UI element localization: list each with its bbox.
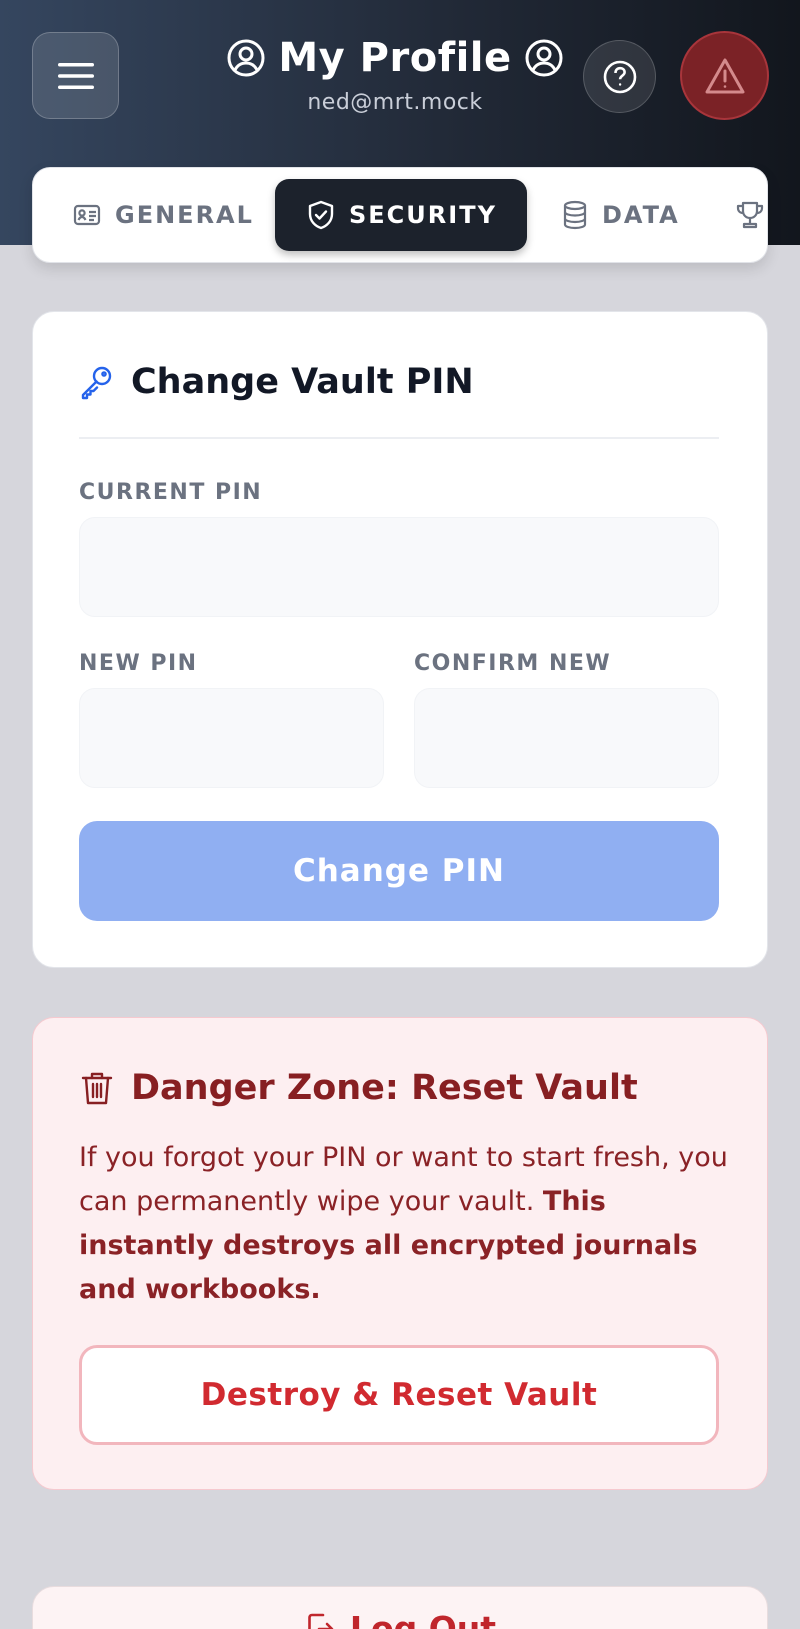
danger-description: If you forgot your PIN or want to start … xyxy=(79,1136,729,1312)
tab-general[interactable]: GENERAL xyxy=(41,179,273,251)
user-circle-icon xyxy=(226,38,266,78)
shield-check-icon xyxy=(307,200,335,230)
change-pin-button[interactable]: Change PIN xyxy=(79,821,719,921)
logout-label: Log Out xyxy=(349,1609,497,1629)
profile-tabs: GENERAL SECURITY DATA xyxy=(32,167,768,263)
tab-label: DATA xyxy=(602,201,680,229)
menu-icon xyxy=(57,62,94,90)
trophy-icon xyxy=(735,200,765,230)
page-title: My Profile xyxy=(278,35,512,81)
id-card-icon xyxy=(73,203,101,227)
user-circle-icon xyxy=(524,38,564,78)
tab-data[interactable]: DATA xyxy=(530,179,710,251)
current-pin-label: CURRENT PIN xyxy=(79,480,263,505)
database-icon xyxy=(562,200,588,230)
change-pin-heading: Change Vault PIN xyxy=(79,362,474,402)
logout-icon xyxy=(306,1612,334,1629)
tab-label: SECURITY xyxy=(349,201,497,229)
confirm-pin-input[interactable] xyxy=(414,688,719,788)
trash-icon xyxy=(79,1069,115,1107)
alert-button[interactable] xyxy=(680,31,769,120)
help-circle-icon xyxy=(602,59,638,95)
tab-label: GENERAL xyxy=(115,201,254,229)
danger-zone-heading: Danger Zone: Reset Vault xyxy=(79,1068,638,1108)
danger-description-text: If you forgot your PIN or want to start … xyxy=(79,1142,728,1217)
key-icon xyxy=(79,364,115,400)
menu-button[interactable] xyxy=(32,32,119,119)
user-email: ned@mrt.mock xyxy=(307,90,483,115)
divider xyxy=(79,437,719,439)
new-pin-label: NEW PIN xyxy=(79,651,198,676)
new-pin-input[interactable] xyxy=(79,688,384,788)
confirm-pin-label: CONFIRM NEW xyxy=(414,651,612,676)
tab-achievements[interactable] xyxy=(703,179,767,251)
help-button[interactable] xyxy=(583,40,656,113)
danger-zone-card: Danger Zone: Reset Vault If you forgot y… xyxy=(32,1017,768,1490)
reset-vault-button[interactable]: Destroy & Reset Vault xyxy=(79,1345,719,1445)
alert-triangle-icon xyxy=(703,56,747,96)
current-pin-input[interactable] xyxy=(79,517,719,617)
card-title-text: Change Vault PIN xyxy=(131,362,474,402)
card-title-text: Danger Zone: Reset Vault xyxy=(131,1068,638,1108)
header-title-block: My Profile ned@mrt.mock xyxy=(200,28,590,115)
logout-button[interactable]: Log Out xyxy=(32,1586,768,1629)
change-pin-card: Change Vault PIN CURRENT PIN NEW PIN CON… xyxy=(32,311,768,968)
tab-security[interactable]: SECURITY xyxy=(275,179,527,251)
